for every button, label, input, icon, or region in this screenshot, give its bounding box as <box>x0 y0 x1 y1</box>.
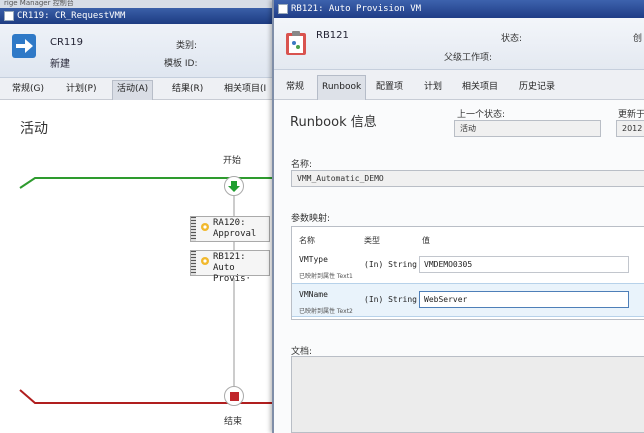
tab-history[interactable]: 历史记录 <box>519 79 555 95</box>
tab-runbook[interactable]: Runbook <box>317 75 367 100</box>
param-value-input[interactable]: VMDEMO0305 <box>419 256 629 273</box>
change-request-id: CR119 <box>50 37 84 48</box>
window-icon <box>278 4 288 14</box>
front-window-title: RB121: Auto Provision VM <box>291 4 422 14</box>
template-id-label: 模板 ID: <box>164 59 198 69</box>
parameter-mapping-table: 名称 类型 值 VMType 已映射到属性 Text1 (In) String … <box>291 226 644 320</box>
table-row-selected[interactable]: VMName 已映射到属性 Text2 (In) String WebServe… <box>292 283 644 317</box>
tab-plan[interactable]: 计划 <box>424 79 442 95</box>
tab-results[interactable]: 结果(R) <box>168 81 207 98</box>
tab-activities[interactable]: 活动(A) <box>112 80 154 100</box>
back-tab-strip: 常规(G) 计划(P) 活动(A) 结果(R) 相关项目(I <box>0 78 278 100</box>
tab-config-items[interactable]: 配置项 <box>376 79 403 95</box>
node-name: Auto Provis· <box>213 263 251 284</box>
activity-gear-icon <box>201 257 209 265</box>
category-label: 类别: <box>176 41 198 51</box>
tab-related-items[interactable]: 相关项目(I <box>220 81 270 98</box>
tab-related-items[interactable]: 相关项目 <box>462 79 498 95</box>
runbook-clipboard-icon <box>286 31 306 55</box>
node-id: RB121: <box>213 252 246 262</box>
documentation-field[interactable] <box>291 356 644 433</box>
window-icon <box>4 11 14 21</box>
runbook-name-field[interactable]: VMM_Automatic_DEMO <box>291 170 644 187</box>
table-row[interactable]: VMType 已映射到属性 Text1 (In) String VMDEMO03… <box>292 249 644 283</box>
end-label: 结束 <box>224 417 243 427</box>
param-value-input[interactable]: WebServer <box>419 291 629 308</box>
param-mapping-note: 已映射到属性 Text2 <box>299 308 353 315</box>
previous-status-label: 上一个状态: <box>457 110 506 120</box>
node-handle <box>191 217 196 241</box>
flow-activity-node[interactable]: RA120: Approval <box>190 216 270 242</box>
end-node[interactable] <box>224 386 244 406</box>
column-header-type[interactable]: 类型 <box>364 235 380 246</box>
header-cut-text: 创 <box>633 34 643 44</box>
activity-gear-icon <box>201 223 209 231</box>
change-request-status: 新建 <box>50 59 70 70</box>
tab-general[interactable]: 常规 <box>286 79 304 95</box>
tab-plan[interactable]: 计划(P) <box>62 81 100 98</box>
runbook-info-title: Runbook 信息 <box>290 115 377 130</box>
runbook-id: RB121 <box>316 30 349 41</box>
param-name: VMName <box>299 290 328 299</box>
stop-square-icon <box>230 392 239 401</box>
start-node[interactable] <box>224 176 244 196</box>
flow-activity-node[interactable]: RB121: Auto Provis· <box>190 250 270 284</box>
status-label: 状态: <box>501 34 523 44</box>
param-type: (In) String <box>364 295 417 304</box>
console-title-strip: rige Manager 控制台 <box>0 0 278 8</box>
column-header-name[interactable]: 名称 <box>299 235 315 246</box>
column-header-value[interactable]: 值 <box>422 235 430 246</box>
background-window: rige Manager 控制台 CR119: CR_RequestVMM CR… <box>0 0 278 433</box>
updated-field[interactable]: 2012 <box>616 120 644 137</box>
parameter-mapping-label: 参数映射: <box>291 214 331 224</box>
change-request-arrow-icon <box>12 34 36 58</box>
param-type: (In) String <box>364 260 417 269</box>
node-id: RA120: <box>213 218 246 228</box>
node-handle <box>191 251 196 275</box>
activity-flow-canvas: 活动 开始 RA120: Approval RB121: Auto Provis… <box>0 100 278 433</box>
param-name: VMType <box>299 255 328 264</box>
start-label: 开始 <box>223 156 242 166</box>
tab-general[interactable]: 常规(G) <box>8 81 48 98</box>
runbook-window: RB121: Auto Provision VM RB121 状态: 父级工作项… <box>272 0 644 433</box>
updated-label: 更新于 <box>618 110 644 120</box>
name-label: 名称: <box>291 160 313 170</box>
param-mapping-note: 已映射到属性 Text1 <box>299 273 353 280</box>
back-window-titlebar[interactable]: CR119: CR_RequestVMM <box>0 8 278 24</box>
change-request-header: CR119 新建 类别: 模板 ID: <box>0 24 278 78</box>
runbook-info-panel: Runbook 信息 上一个状态: 活动 更新于 2012 名称: VMM_Au… <box>274 100 644 433</box>
back-window-title: CR119: CR_RequestVMM <box>17 11 126 21</box>
parent-work-item-label: 父级工作项: <box>444 53 493 63</box>
front-window-titlebar[interactable]: RB121: Auto Provision VM <box>274 0 644 18</box>
previous-status-field[interactable]: 活动 <box>454 120 601 137</box>
runbook-header: RB121 状态: 父级工作项: 创 <box>274 18 644 70</box>
front-tab-strip: 常规 Runbook 配置项 计划 相关项目 历史记录 <box>274 70 644 100</box>
start-arrow-icon <box>228 181 240 192</box>
node-name: Approval <box>213 229 257 239</box>
console-title: rige Manager 控制台 <box>4 0 74 7</box>
